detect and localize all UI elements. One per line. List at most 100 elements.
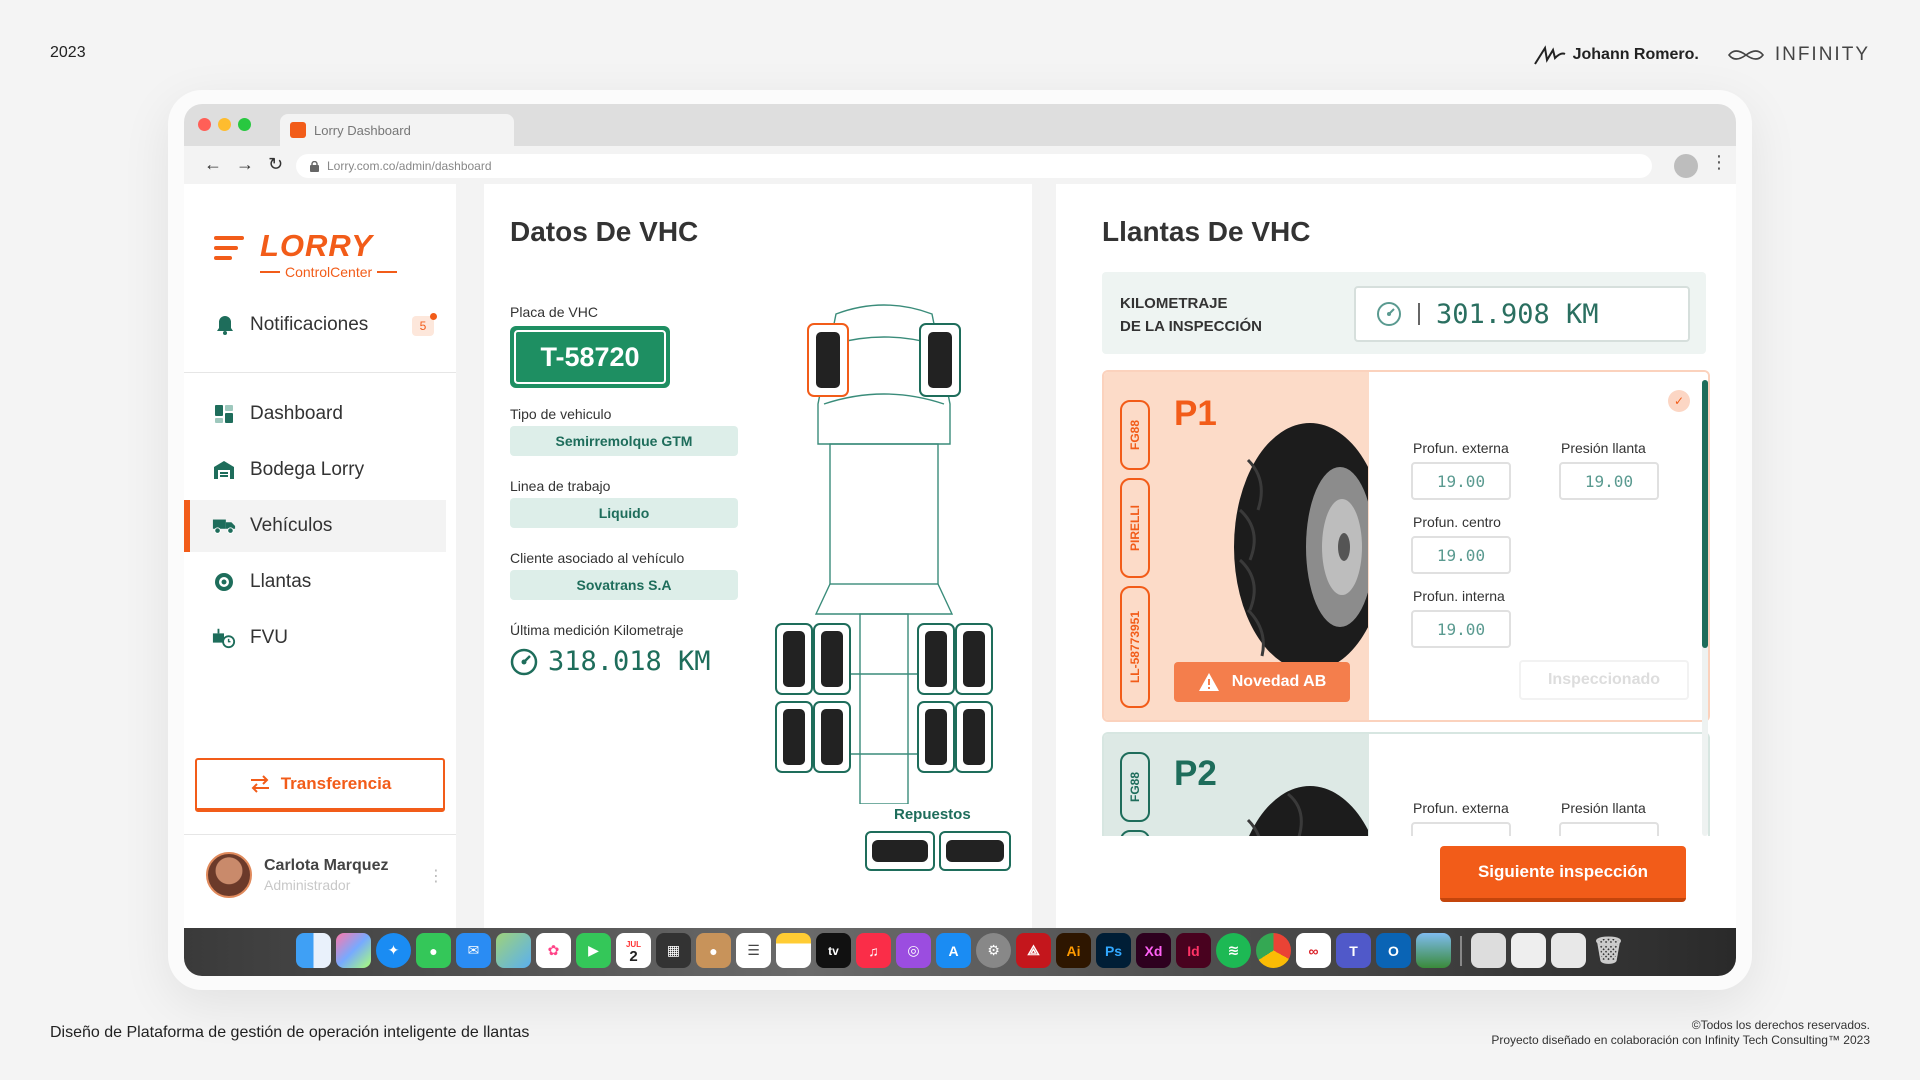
tire-rear-3[interactable] bbox=[917, 623, 955, 695]
tire-tag-model: FG88 bbox=[1120, 400, 1150, 470]
tire-rear-6[interactable] bbox=[813, 701, 851, 773]
sidebar-item-llantas[interactable]: Llantas bbox=[184, 556, 456, 608]
spare-tire-1[interactable] bbox=[865, 831, 935, 871]
logo-subtitle-text: ControlCenter bbox=[285, 264, 373, 280]
menu-icon[interactable] bbox=[214, 236, 244, 266]
dock-apps: ✦ ● ✉ ✿ ▶ JUL 2 ▦ ● ☰ tv ♫ ◎ A ⚙ ⟁ Ai Ps… bbox=[296, 933, 1626, 968]
back-arrow-icon[interactable]: ← bbox=[204, 154, 222, 175]
infinity-logo-icon bbox=[1727, 50, 1764, 60]
dock-launchpad-icon[interactable] bbox=[336, 933, 371, 968]
avatar bbox=[206, 852, 252, 898]
center-depth-input[interactable]: 19.00 bbox=[1411, 536, 1511, 574]
tire-card-p1[interactable]: FG88 PIRELLI LL-58773951 P1 Novedad AB ✓… bbox=[1102, 370, 1710, 722]
next-inspection-button[interactable]: Siguiente inspección bbox=[1440, 846, 1686, 902]
user-menu-icon[interactable]: ⋮ bbox=[428, 866, 444, 886]
sidebar-item-vehiculos[interactable]: Vehículos bbox=[184, 500, 446, 552]
dock-photos-icon[interactable]: ✿ bbox=[536, 933, 571, 968]
dock-xd-icon[interactable]: Xd bbox=[1136, 933, 1171, 968]
sidebar-item-bodega[interactable]: Bodega Lorry bbox=[184, 444, 456, 496]
inspected-button[interactable]: Inspeccionado bbox=[1519, 660, 1689, 700]
tire-icon bbox=[212, 571, 236, 593]
dock-spotify-icon[interactable]: ≋ bbox=[1216, 933, 1251, 968]
dock-system-settings-icon[interactable]: ⚙ bbox=[976, 933, 1011, 968]
signature-icon bbox=[1533, 45, 1566, 65]
tire-rear-5[interactable] bbox=[775, 701, 813, 773]
tire-front-left[interactable] bbox=[807, 323, 849, 397]
dock-app-store-icon[interactable]: A bbox=[936, 933, 971, 968]
dock-indesign-icon[interactable]: Id bbox=[1176, 933, 1211, 968]
spare-tire-2[interactable] bbox=[939, 831, 1011, 871]
close-window-button[interactable] bbox=[198, 118, 211, 131]
dock-finder-icon[interactable] bbox=[296, 933, 331, 968]
dock-document-icon[interactable] bbox=[1551, 933, 1586, 968]
dock-preview-icon[interactable] bbox=[1416, 933, 1451, 968]
dock-music-icon[interactable]: ♫ bbox=[856, 933, 891, 968]
tire-position-name: P2 bbox=[1174, 754, 1217, 793]
ext-depth-input[interactable]: 19.00 bbox=[1411, 462, 1511, 500]
notifications-item[interactable]: Notificaciones bbox=[214, 314, 368, 336]
sidebar-item-dashboard[interactable]: Dashboard bbox=[184, 388, 456, 440]
dock-teams-icon[interactable]: T bbox=[1336, 933, 1371, 968]
tire-rear-2[interactable] bbox=[813, 623, 851, 695]
pressure-input[interactable]: 19.00 bbox=[1559, 462, 1659, 500]
sidebar-item-label: Vehículos bbox=[250, 515, 333, 536]
dock-maps-icon[interactable] bbox=[496, 933, 531, 968]
dock-folder-icon[interactable] bbox=[1471, 933, 1506, 968]
dock-reminders-icon[interactable]: ☰ bbox=[736, 933, 771, 968]
logo: LORRY bbox=[260, 228, 373, 263]
dock-notes-icon[interactable] bbox=[776, 933, 811, 968]
browser-tab[interactable]: Lorry Dashboard bbox=[280, 114, 514, 146]
dock-tv-icon[interactable]: tv bbox=[816, 933, 851, 968]
transfer-button[interactable]: Transferencia bbox=[195, 758, 445, 812]
sidebar-item-fvu[interactable]: FVU bbox=[184, 612, 456, 664]
dock-acrobat-icon[interactable]: ⟁ bbox=[1016, 933, 1051, 968]
dock-safari-icon[interactable]: ✦ bbox=[376, 933, 411, 968]
tire-rear-4[interactable] bbox=[955, 623, 993, 695]
vehicle-panel: Datos De VHC Placa de VHC T-58720 Tipo d… bbox=[484, 184, 1032, 928]
user-profile[interactable]: Carlota Marquez Administrador bbox=[206, 852, 388, 898]
dock-mail-icon[interactable]: ✉ bbox=[456, 933, 491, 968]
lock-icon bbox=[310, 160, 319, 172]
tires-panel: Llantas De VHC KILOMETRAJE DE LA INSPECC… bbox=[1056, 184, 1736, 928]
dock-contacts-icon[interactable]: ● bbox=[696, 933, 731, 968]
dock-facetime-icon[interactable]: ▶ bbox=[576, 933, 611, 968]
tire-rear-8[interactable] bbox=[955, 701, 993, 773]
dock-outlook-icon[interactable]: O bbox=[1376, 933, 1411, 968]
minimize-window-button[interactable] bbox=[218, 118, 231, 131]
last-km-label: Última medición Kilometraje bbox=[510, 622, 684, 638]
dock-calculator-icon[interactable]: ▦ bbox=[656, 933, 691, 968]
dock-illustrator-icon[interactable]: Ai bbox=[1056, 933, 1091, 968]
forward-arrow-icon[interactable]: → bbox=[236, 154, 254, 175]
dock-photoshop-icon[interactable]: Ps bbox=[1096, 933, 1131, 968]
dock-screenshot-icon[interactable] bbox=[1511, 933, 1546, 968]
dock-divider bbox=[1460, 935, 1462, 966]
cards-scrollbar-thumb[interactable] bbox=[1702, 380, 1708, 648]
inspection-km-label-2: DE LA INSPECCIÓN bbox=[1120, 318, 1262, 335]
dock-podcasts-icon[interactable]: ◎ bbox=[896, 933, 931, 968]
inspection-km-input[interactable]: 301.908 KM bbox=[1354, 286, 1690, 342]
tire-card-p2[interactable]: FG88 P2 Profun. externa Presión llanta bbox=[1102, 732, 1710, 836]
int-depth-input[interactable]: 19.00 bbox=[1411, 610, 1511, 648]
pressure-input[interactable] bbox=[1559, 822, 1659, 836]
novedad-button[interactable]: Novedad AB bbox=[1174, 662, 1350, 702]
dock-trash-icon[interactable]: 🗑 bbox=[1591, 933, 1626, 968]
profile-icon[interactable] bbox=[1674, 154, 1698, 178]
dock-messages-icon[interactable]: ● bbox=[416, 933, 451, 968]
work-line-label: Linea de trabajo bbox=[510, 478, 611, 494]
plate-label: Placa de VHC bbox=[510, 304, 598, 320]
tire-tag-text: FG88 bbox=[1128, 419, 1143, 451]
tire-rear-1[interactable] bbox=[775, 623, 813, 695]
ext-depth-input[interactable] bbox=[1411, 822, 1511, 836]
dock-chrome-icon[interactable] bbox=[1256, 933, 1291, 968]
dock-creative-cloud-icon[interactable]: ∞ bbox=[1296, 933, 1331, 968]
tire-rear-7[interactable] bbox=[917, 701, 955, 773]
url-input[interactable]: Lorry.com.co/admin/dashboard bbox=[296, 154, 1652, 178]
transfer-label: Transferencia bbox=[280, 774, 392, 793]
browser-menu-icon[interactable]: ⋮ bbox=[1710, 152, 1728, 173]
notifications-badge: 5 bbox=[412, 313, 437, 336]
tire-front-right[interactable] bbox=[919, 323, 961, 397]
tab-title: Lorry Dashboard bbox=[314, 122, 411, 138]
reload-icon[interactable]: ↻ bbox=[268, 154, 283, 175]
maximize-window-button[interactable] bbox=[238, 118, 251, 131]
dock-calendar-icon[interactable]: JUL 2 bbox=[616, 933, 651, 968]
